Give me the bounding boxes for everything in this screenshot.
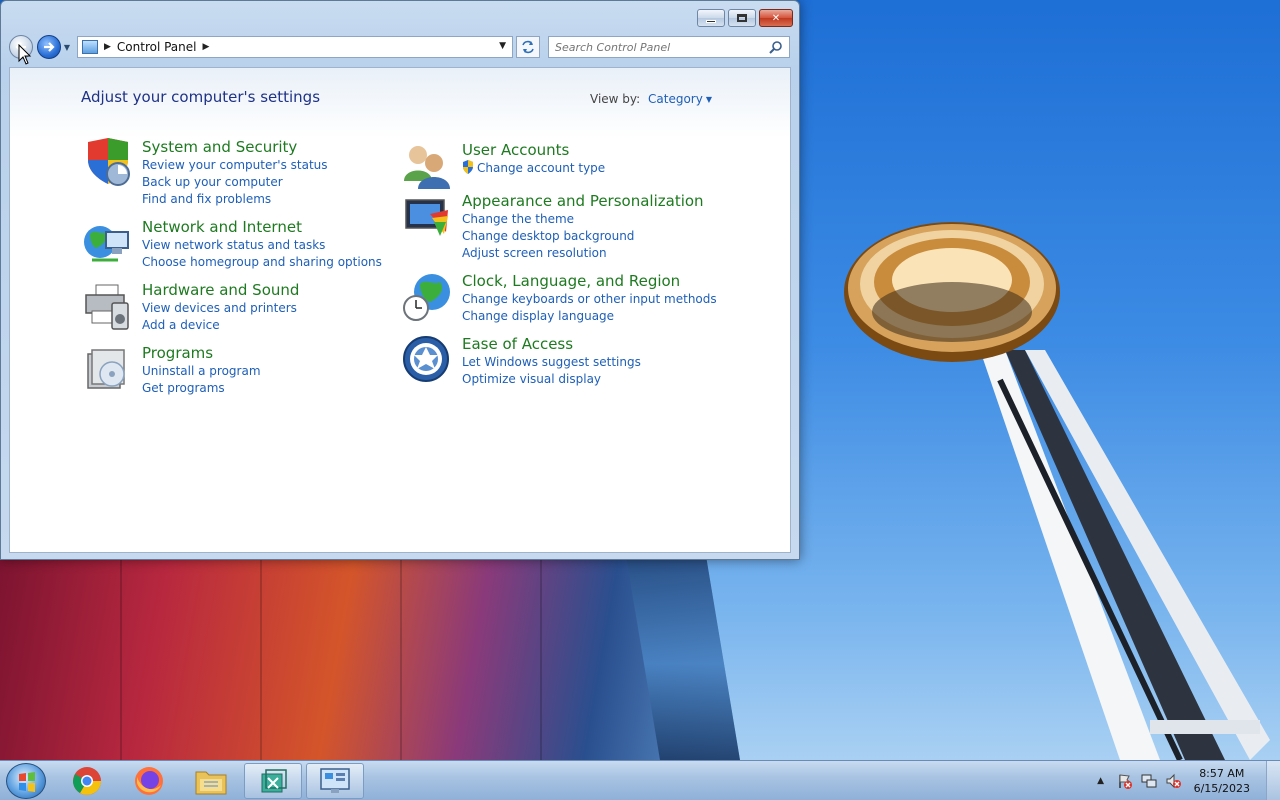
control-panel-window: ✕ ▼ ▶ Control Panel ▶ ▼ Adjust your comp…	[0, 0, 800, 560]
uac-shield-icon	[463, 160, 473, 174]
change-account-type-link[interactable]: Change account type	[462, 160, 605, 177]
devices-printers-link[interactable]: View devices and printers	[142, 300, 299, 317]
action-center-icon[interactable]	[1116, 772, 1134, 790]
caption-buttons: ✕	[694, 9, 793, 27]
page-title: Adjust your computer's settings	[81, 88, 321, 106]
change-background-link[interactable]: Change desktop background	[462, 228, 704, 245]
category-programs: Programs Uninstall a program Get program…	[82, 344, 261, 397]
category-ease-of-access: Ease of Access Let Windows suggest setti…	[402, 335, 641, 388]
maximize-button[interactable]	[728, 9, 756, 27]
clock[interactable]: 8:57 AM 6/15/2023	[1194, 766, 1250, 796]
clock-date: 6/15/2023	[1193, 782, 1250, 795]
programs-heading[interactable]: Programs	[142, 344, 261, 362]
ease-of-access-heading[interactable]: Ease of Access	[462, 335, 641, 353]
breadcrumb-chevron-icon[interactable]: ▶	[203, 42, 210, 52]
forward-button[interactable]	[37, 35, 61, 59]
globe-network-icon[interactable]	[82, 218, 132, 268]
firefox-icon	[135, 767, 163, 795]
category-network-internet: Network and Internet View network status…	[82, 218, 382, 271]
search-icon[interactable]	[769, 40, 783, 54]
show-desktop-button[interactable]	[1266, 761, 1280, 800]
folder-icon	[195, 771, 227, 795]
homegroup-sharing-link[interactable]: Choose homegroup and sharing options	[142, 254, 382, 271]
change-account-type-label[interactable]: Change account type	[477, 161, 605, 175]
taskbar: ▲ 8:57 AM 6/15/2023	[0, 760, 1280, 800]
taskbar-program[interactable]	[244, 763, 302, 799]
network-status-link[interactable]: View network status and tasks	[142, 237, 382, 254]
ease-of-access-icon[interactable]	[402, 335, 452, 385]
clock-language-heading[interactable]: Clock, Language, and Region	[462, 272, 717, 290]
address-dropdown-icon[interactable]: ▼	[499, 41, 506, 51]
programs-box-icon[interactable]	[82, 344, 132, 394]
control-panel-icon	[320, 768, 350, 793]
start-button[interactable]	[6, 763, 46, 799]
search-input[interactable]	[549, 37, 759, 57]
optimize-display-link[interactable]: Optimize visual display	[462, 371, 641, 388]
find-fix-problems-link[interactable]: Find and fix problems	[142, 191, 328, 208]
taskbar-control-panel[interactable]	[306, 763, 364, 799]
uninstall-program-link[interactable]: Uninstall a program	[142, 363, 261, 380]
appearance-monitor-icon[interactable]	[402, 192, 452, 242]
users-icon[interactable]	[402, 141, 452, 191]
chrome-icon	[73, 767, 101, 795]
display-language-link[interactable]: Change display language	[462, 308, 717, 325]
show-hidden-icons-button[interactable]: ▲	[1092, 772, 1110, 790]
close-button[interactable]: ✕	[759, 9, 793, 27]
category-clock-language-region: Clock, Language, and Region Change keybo…	[402, 272, 717, 325]
network-internet-heading[interactable]: Network and Internet	[142, 218, 382, 236]
volume-muted-icon[interactable]	[1164, 772, 1182, 790]
clock-time: 8:57 AM	[1199, 767, 1245, 780]
appearance-heading[interactable]: Appearance and Personalization	[462, 192, 704, 210]
review-status-link[interactable]: Review your computer's status	[142, 157, 328, 174]
add-device-link[interactable]: Add a device	[142, 317, 299, 334]
back-up-link[interactable]: Back up your computer	[142, 174, 328, 191]
windows-logo-icon	[19, 772, 35, 792]
user-accounts-heading[interactable]: User Accounts	[462, 141, 605, 159]
mouse-cursor-icon	[18, 44, 32, 65]
taskbar-file-explorer[interactable]	[182, 763, 240, 799]
taskbar-firefox[interactable]	[120, 763, 178, 799]
keyboards-input-link[interactable]: Change keyboards or other input methods	[462, 291, 717, 308]
system-tray: ▲ 8:57 AM 6/15/2023	[1092, 761, 1280, 800]
screen-resolution-link[interactable]: Adjust screen resolution	[462, 245, 704, 262]
view-by-value[interactable]: Category	[648, 92, 703, 106]
system-security-heading[interactable]: System and Security	[142, 138, 328, 156]
program-cube-icon	[261, 769, 287, 793]
hardware-sound-heading[interactable]: Hardware and Sound	[142, 281, 299, 299]
printer-speaker-icon[interactable]	[82, 281, 132, 331]
wallpaper-space-needle	[844, 222, 1270, 760]
navigation-bar: ▼ ▶ Control Panel ▶ ▼	[9, 35, 791, 59]
suggest-settings-link[interactable]: Let Windows suggest settings	[462, 354, 641, 371]
view-by-label: View by:	[590, 92, 641, 106]
taskbar-chrome[interactable]	[58, 763, 116, 799]
get-programs-link[interactable]: Get programs	[142, 380, 261, 397]
breadcrumb-chevron-icon[interactable]: ▶	[104, 42, 111, 52]
address-bar[interactable]: ▶ Control Panel ▶ ▼	[77, 36, 513, 58]
refresh-icon	[522, 40, 534, 54]
minimize-button[interactable]	[697, 9, 725, 27]
chevron-down-icon[interactable]: ▼	[706, 95, 712, 104]
network-status-icon[interactable]	[1140, 772, 1158, 790]
recent-pages-dropdown[interactable]: ▼	[61, 35, 73, 59]
category-system-security: System and Security Review your computer…	[82, 138, 328, 208]
category-appearance-personalization: Appearance and Personalization Change th…	[402, 192, 704, 262]
breadcrumb-control-panel[interactable]: Control Panel	[117, 40, 197, 54]
category-hardware-sound: Hardware and Sound View devices and prin…	[82, 281, 299, 334]
forward-arrow-icon	[44, 42, 55, 52]
chevron-up-icon: ▲	[1097, 776, 1105, 786]
content-pane: Adjust your computer's settings View by:…	[9, 67, 791, 553]
control-panel-icon	[82, 40, 98, 54]
clock-globe-icon[interactable]	[402, 272, 452, 322]
shield-icon[interactable]	[82, 138, 132, 188]
view-by-dropdown[interactable]: Category ▼	[648, 92, 712, 106]
refresh-button[interactable]	[516, 36, 540, 58]
search-box[interactable]	[548, 36, 790, 58]
change-theme-link[interactable]: Change the theme	[462, 211, 704, 228]
category-user-accounts: User Accounts Change account type	[402, 141, 605, 191]
